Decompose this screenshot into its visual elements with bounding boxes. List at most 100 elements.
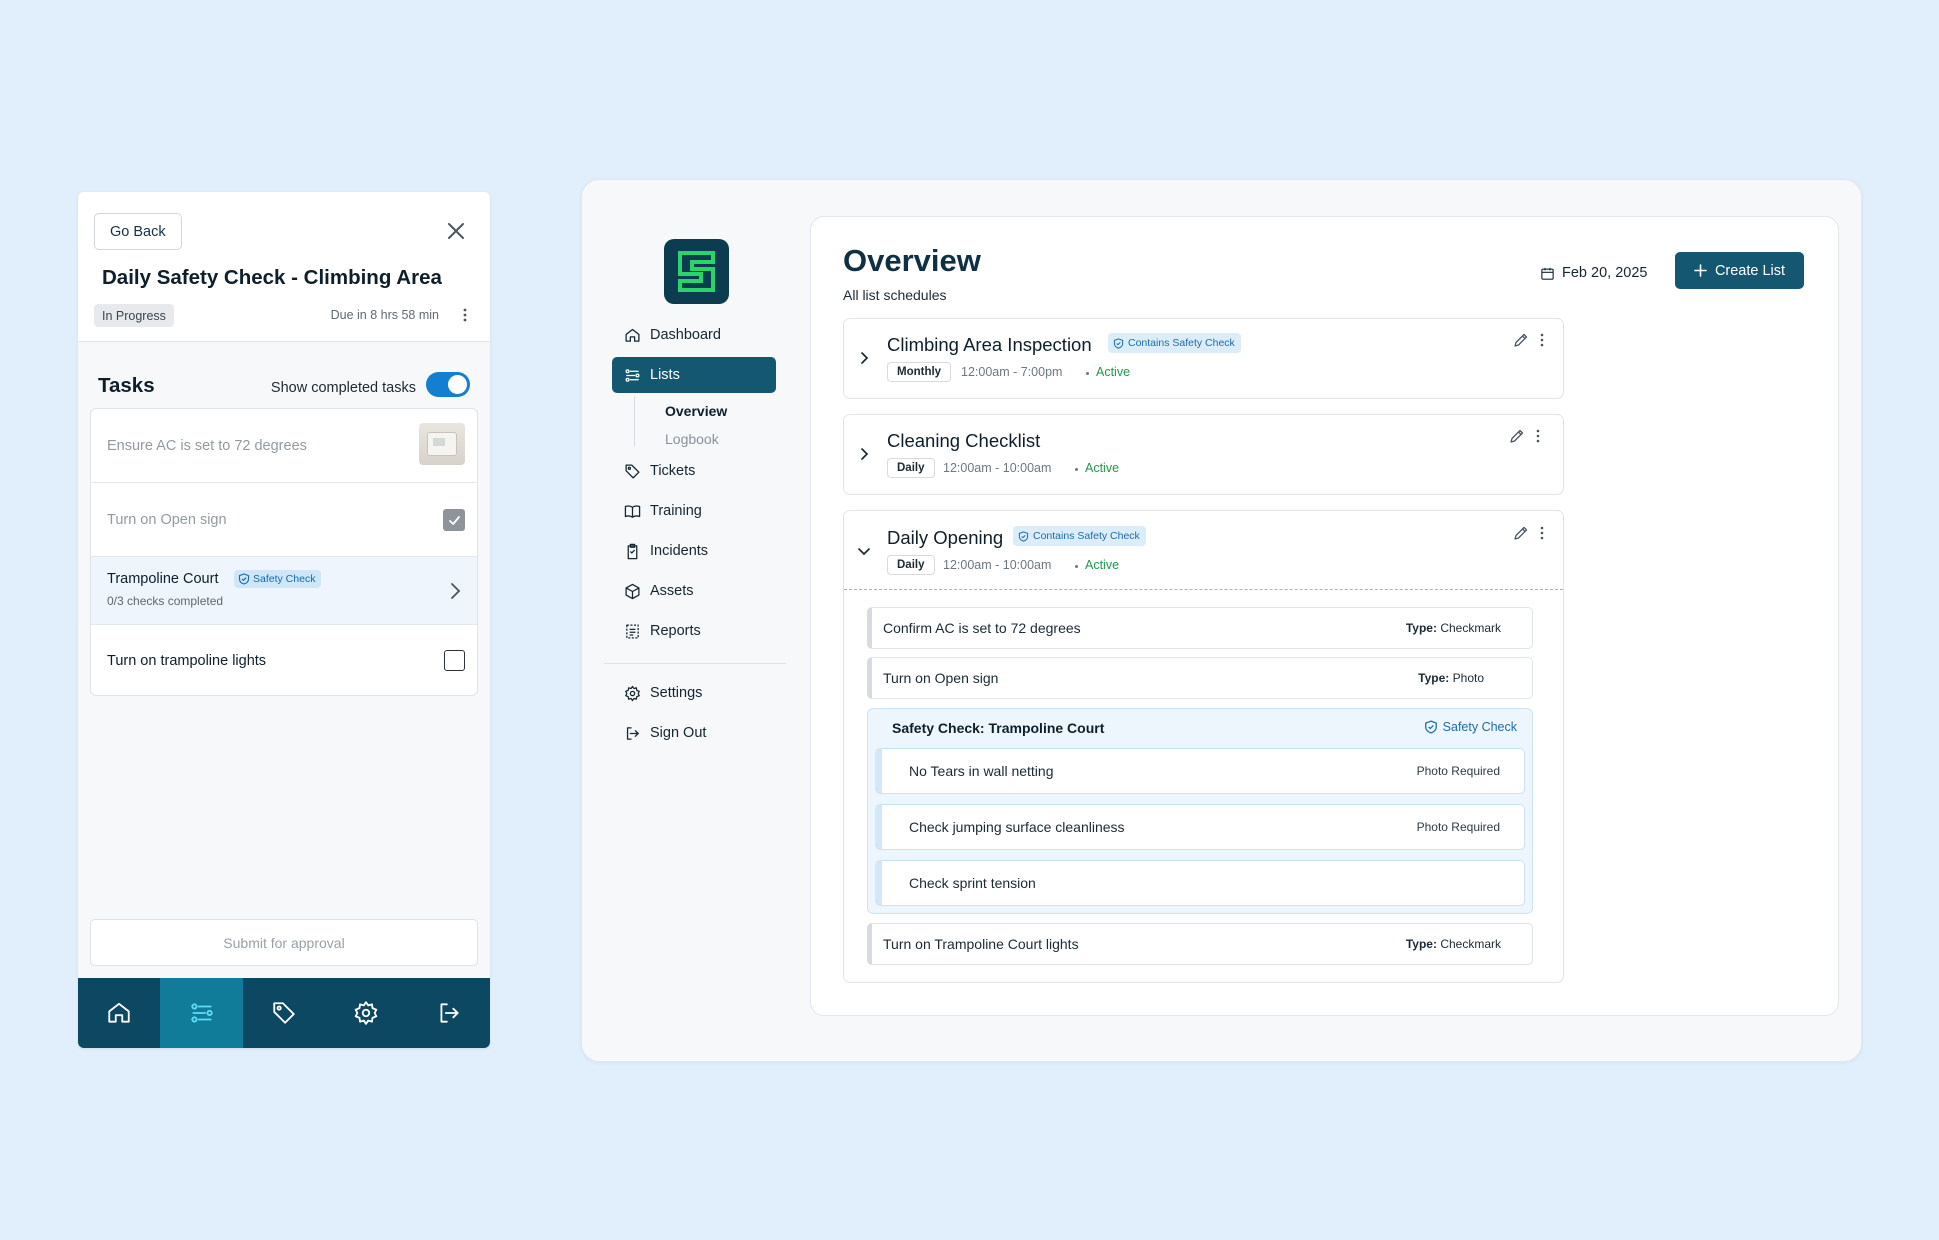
gear-icon [355,1001,378,1025]
badge-label: Contains Safety Check [1128,337,1235,349]
task-row[interactable]: Turn on trampoline lights [91,625,477,695]
toggle-knob [448,375,467,394]
list-card[interactable]: Cleaning Checklist Daily 12:00am - 10:00… [843,414,1564,495]
chevron-right-icon[interactable] [449,582,461,600]
sidebar-item-reports[interactable]: Reports [612,613,776,649]
item-type: Type: Checkmark [1406,937,1501,951]
more-options-icon[interactable] [1536,525,1548,541]
type-key: Type: [1418,671,1450,685]
app-logo [664,239,729,304]
report-icon [626,623,639,639]
checklist-title: Daily Safety Check - Climbing Area [102,266,442,289]
item-label: Check jumping surface cleanliness [909,819,1125,835]
due-time: Due in 8 hrs 58 min [330,308,439,322]
go-back-button[interactable]: Go Back [94,213,182,250]
safety-check-item[interactable]: Check jumping surface cleanliness Photo … [875,804,1525,850]
nav-home[interactable] [78,978,160,1048]
separator-dot [1075,468,1078,471]
frequency-tag: Daily [887,555,935,575]
chevron-right-icon[interactable] [856,350,872,366]
task-checkbox[interactable] [444,650,465,671]
tag-icon [273,1002,295,1024]
safety-check-badge: Contains Safety Check [1108,333,1241,353]
nav-sign-out[interactable] [408,978,490,1048]
more-options-icon[interactable] [1536,332,1548,348]
sidebar-item-label: Lists [650,367,680,383]
task-label: Trampoline Court [107,571,219,587]
task-label: Ensure AC is set to 72 degrees [107,438,307,454]
task-list: Ensure AC is set to 72 degrees Turn on O… [90,408,478,696]
check-icon [448,515,460,525]
sidebar-item-assets[interactable]: Assets [612,573,776,609]
nav-tickets[interactable] [243,978,325,1048]
task-label: Turn on trampoline lights [107,653,267,669]
item-requirement: Photo Required [1416,820,1500,834]
submit-for-approval-button[interactable]: Submit for approval [90,919,478,966]
sidebar-item-settings[interactable]: Settings [612,675,776,711]
more-options-icon[interactable] [1532,428,1544,444]
sidebar-subitem-logbook[interactable]: Logbook [665,431,719,447]
more-options-icon[interactable] [457,307,473,323]
type-key: Type: [1405,621,1437,635]
task-row[interactable]: Turn on Open sign [91,483,477,557]
nav-settings[interactable] [325,978,407,1048]
close-icon[interactable] [446,221,466,241]
sidebar-item-training[interactable]: Training [612,493,776,529]
safety-check-item[interactable]: Check sprint tension [875,860,1525,906]
sidebar-item-tickets[interactable]: Tickets [612,453,776,489]
safety-check-group[interactable]: Safety Check: Trampoline Court Safety Ch… [867,708,1533,914]
checklist-item[interactable]: Turn on Trampoline Court lights Type: Ch… [867,923,1533,965]
chevron-right-icon[interactable] [856,446,872,462]
edit-icon[interactable] [1509,428,1525,444]
show-completed-label: Show completed tasks [270,380,416,396]
badge-label: Contains Safety Check [1033,530,1140,542]
safety-check-badge: Safety Check [1424,720,1517,734]
checks-progress: 0/3 checks completed [107,594,224,608]
sidebar-item-dashboard[interactable]: Dashboard [612,317,776,353]
separator-dot [1075,565,1078,568]
gear-icon [625,685,640,701]
sidebar-item-lists[interactable]: Lists [612,357,776,393]
time-range: 12:00am - 10:00am [943,558,1052,572]
sidebar-item-sign-out[interactable]: Sign Out [612,715,776,751]
date-picker[interactable]: Feb 20, 2025 [1540,262,1647,284]
lists-icon [625,368,640,382]
safety-check-item[interactable]: No Tears in wall netting Photo Required [875,748,1525,794]
show-completed-toggle[interactable] [426,372,470,397]
edit-icon[interactable] [1513,332,1529,348]
chevron-down-icon[interactable] [856,543,872,559]
lists-icon [190,1003,213,1023]
task-checkbox-checked[interactable] [443,509,465,531]
task-row[interactable]: Ensure AC is set to 72 degrees [91,409,477,483]
safety-check-task-row[interactable]: Trampoline Court Safety Check 0/3 checks… [91,557,477,625]
tasks-header: Tasks Show completed tasks [98,372,470,402]
plus-icon [1694,264,1707,277]
shield-icon [1113,337,1124,349]
create-list-button[interactable]: Create List [1675,252,1804,289]
edit-icon[interactable] [1513,525,1529,541]
task-label: Turn on Open sign [107,512,227,528]
home-icon [108,1002,130,1023]
page-title: Overview [843,243,981,278]
safety-group-title: Safety Check: Trampoline Court [892,720,1105,736]
sidebar-subitem-overview[interactable]: Overview [665,403,727,419]
safety-check-badge-label: Safety Check [253,573,316,585]
status-active: Active [1096,365,1131,379]
list-title: Daily Opening [887,527,1004,548]
checklist-item[interactable]: Turn on Open sign Type: Photo [867,657,1533,699]
nav-lists[interactable] [160,978,243,1048]
safety-check-badge: Safety Check [234,570,322,588]
package-icon [625,583,640,599]
mobile-bottom-nav [78,978,490,1048]
date-label: Feb 20, 2025 [1562,265,1648,281]
sidebar-item-incidents[interactable]: Incidents [612,533,776,569]
list-card-expanded[interactable]: Daily Opening Contains Safety Check Dail… [843,510,1564,983]
list-card[interactable]: Climbing Area Inspection Contains Safety… [843,318,1564,399]
book-icon [624,504,641,518]
type-value: Checkmark [1440,937,1501,951]
sidebar-item-label: Reports [650,623,701,639]
photo-thumbnail[interactable] [419,423,465,465]
main-content: Overview All list schedules Feb 20, 2025… [810,216,1839,1016]
checklist-item[interactable]: Confirm AC is set to 72 degrees Type: Ch… [867,607,1533,649]
item-requirement: Photo Required [1416,764,1500,778]
